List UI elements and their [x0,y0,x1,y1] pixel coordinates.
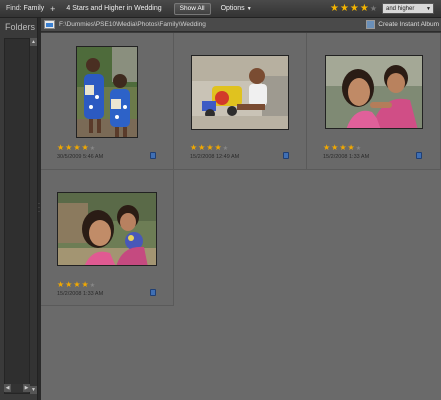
options-label: Options [220,5,245,12]
scroll-down-arrow-icon[interactable]: ▼ [30,386,37,394]
photo-date: 15/2/2008 1:33 AM [323,154,370,160]
photo-thumbnail[interactable] [76,46,138,138]
folder-path: F:\Dummies\PSE10\Media\Photos\Family\Wed… [59,21,206,28]
chevron-down-icon: ▼ [246,6,252,12]
rating-stars[interactable]: ★★★★★ [57,280,96,289]
folders-vertical-scrollbar[interactable]: ▲ ▼ [30,38,37,394]
tag-icon [283,152,289,159]
folders-panel: Folders ▲ ▼ ◀ ▶ [0,18,38,400]
star-icons[interactable]: ★★★★ [323,143,356,152]
photo-thumbnail[interactable] [191,55,289,130]
photo-date: 30/5/2009 5:46 AM [57,154,104,160]
folders-tree[interactable] [4,38,30,394]
empty-star-icon[interactable]: ★ [370,4,378,13]
photo-date: 15/2/2008 12:49 AM [190,154,240,160]
rating-stars[interactable]: ★★★★★ [190,143,229,152]
star-icons[interactable]: ★★★★ [330,3,370,14]
empty-star-icon[interactable]: ★ [356,146,362,152]
thumbnail-grid: ★★★★★ 30/5/2009 5:46 AM ★★★★★ 15/2/2008 … [41,33,441,400]
tag-icon [150,152,156,159]
star-icons[interactable]: ★★★★ [57,143,90,152]
create-instant-album-button[interactable]: Create Instant Album [366,20,439,29]
album-icon [366,20,376,29]
empty-star-icon[interactable]: ★ [223,146,229,152]
rating-filter-stars[interactable]: ★★★★★ [330,3,378,14]
folders-horizontal-scrollbar[interactable]: ◀ ▶ [4,384,30,392]
star-icons[interactable]: ★★★★ [190,143,223,152]
empty-star-icon[interactable]: ★ [90,146,96,152]
tag-icon [150,289,156,296]
photo-thumbnail[interactable] [325,55,423,129]
scroll-right-arrow-icon[interactable]: ▶ [23,384,30,392]
rating-stars[interactable]: ★★★★★ [323,143,362,152]
add-criteria-button[interactable]: + [50,4,55,14]
find-criteria-label: Find: Family [6,5,44,12]
thumbnail-cell[interactable]: ★★★★★ 15/2/2008 1:33 AM [41,170,174,306]
chevron-down-icon: ▼ [426,6,431,12]
find-value[interactable]: Family [24,5,45,12]
find-label: Find: [6,5,22,12]
criteria-text: 4 Stars and Higher in Wedding [66,5,162,12]
instant-album-label: Create Instant Album [378,21,439,28]
thumbnail-cell[interactable]: ★★★★★ 30/5/2009 5:46 AM [41,33,174,170]
scroll-left-arrow-icon[interactable]: ◀ [4,384,11,392]
path-bar: F:\Dummies\PSE10\Media\Photos\Family\Wed… [41,18,441,32]
rating-mode-select[interactable]: and higher ▼ [382,3,434,14]
empty-star-icon[interactable]: ★ [90,283,96,289]
star-icons[interactable]: ★★★★ [57,280,90,289]
folders-title: Folders [5,22,36,32]
photo-date: 15/2/2008 1:33 AM [57,291,104,297]
rating-stars[interactable]: ★★★★★ [57,143,96,152]
thumbnail-cell[interactable]: ★★★★★ 15/2/2008 12:49 AM [174,33,307,170]
rating-mode-value: and higher [386,6,415,12]
scroll-up-arrow-icon[interactable]: ▲ [30,38,37,46]
tag-icon [416,152,422,159]
show-all-button[interactable]: Show All [173,2,211,15]
options-menu[interactable]: Options ▼ [221,5,252,12]
folder-icon [44,20,55,29]
photo-thumbnail[interactable] [57,192,157,266]
thumbnail-cell[interactable]: ★★★★★ 15/2/2008 1:33 AM [307,33,441,170]
